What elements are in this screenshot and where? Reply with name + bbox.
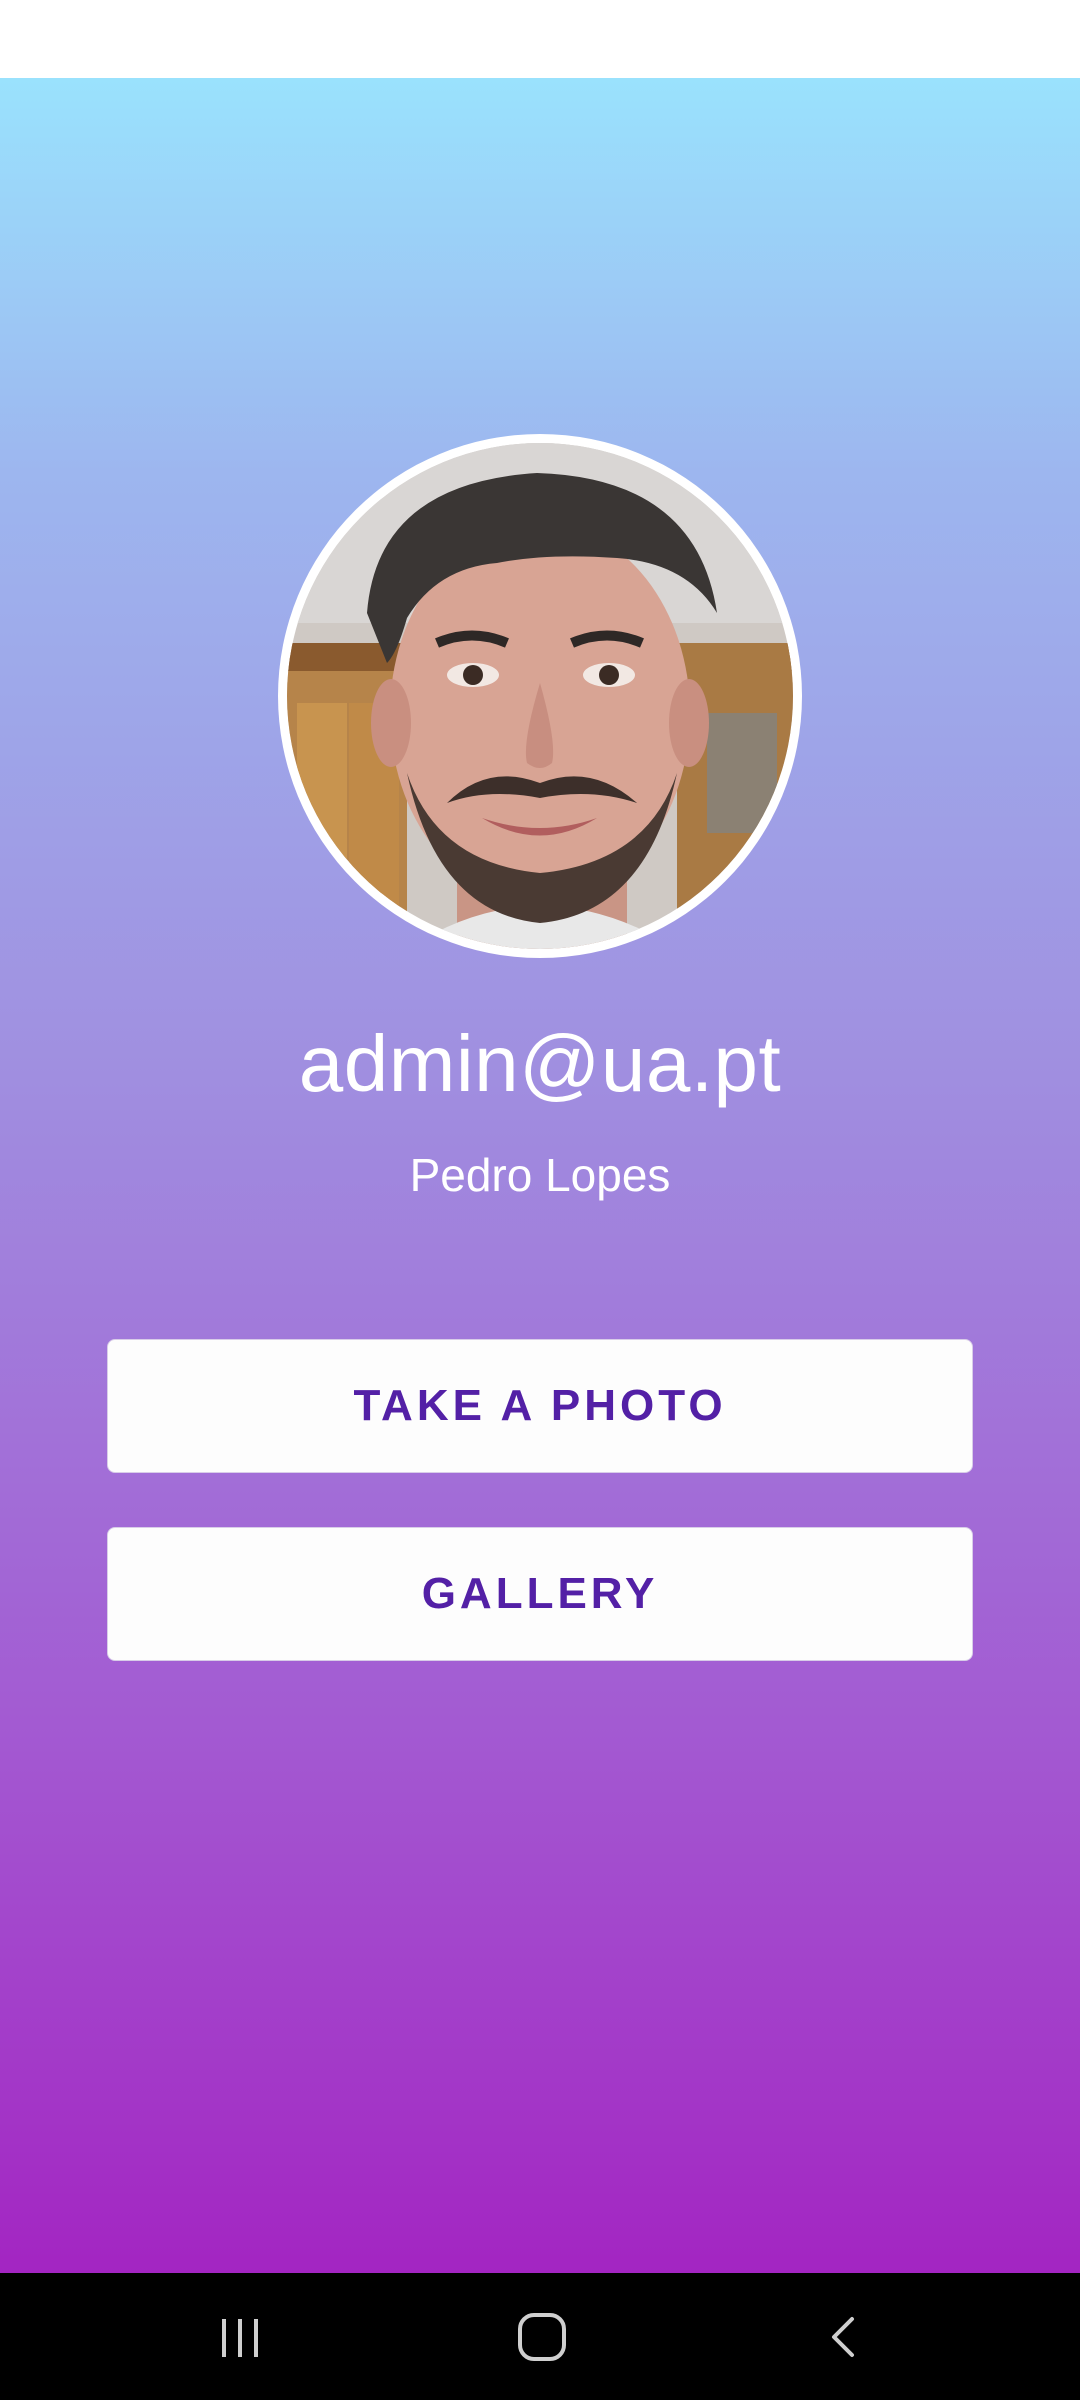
back-button[interactable] bbox=[764, 2273, 924, 2400]
system-nav-bar bbox=[0, 2273, 1080, 2400]
recents-button[interactable] bbox=[160, 2273, 320, 2400]
take-photo-button[interactable]: TAKE A PHOTO bbox=[107, 1339, 973, 1473]
status-bar bbox=[0, 0, 1080, 78]
avatar-photo bbox=[287, 443, 793, 949]
back-icon bbox=[832, 2316, 854, 2357]
gallery-button[interactable]: GALLERY bbox=[107, 1527, 973, 1661]
profile-screen: admin@ua.pt Pedro Lopes TAKE A PHOTO GAL… bbox=[0, 78, 1080, 2273]
profile-name: Pedro Lopes bbox=[409, 1149, 671, 1201]
home-icon bbox=[518, 2312, 566, 2361]
recents-icon bbox=[222, 2318, 258, 2357]
avatar[interactable] bbox=[278, 434, 802, 958]
profile-email: admin@ua.pt bbox=[298, 1019, 782, 1108]
home-button[interactable] bbox=[462, 2273, 622, 2400]
